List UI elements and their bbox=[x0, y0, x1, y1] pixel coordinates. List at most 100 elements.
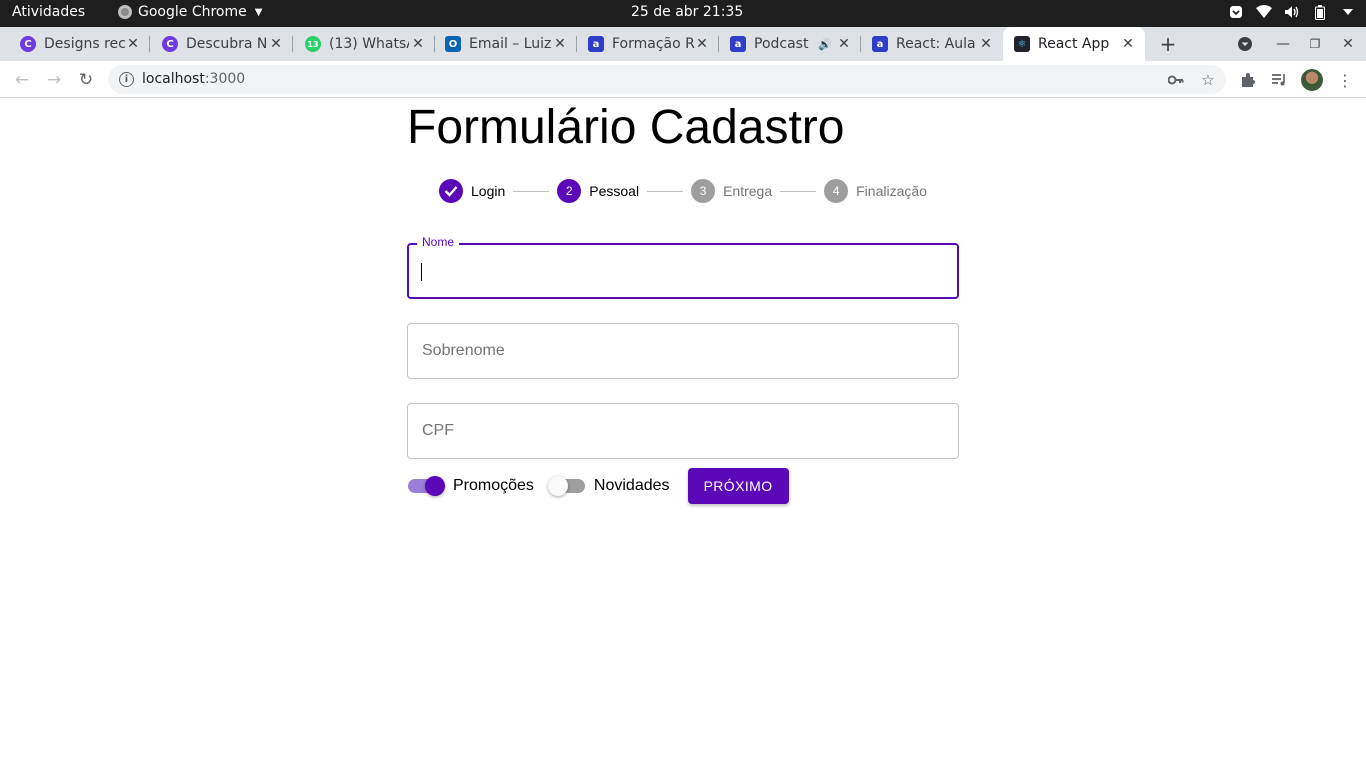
tab-search-button[interactable] bbox=[1234, 33, 1256, 55]
tab-label: Formação R bbox=[612, 36, 695, 52]
minimize-icon[interactable]: — bbox=[1272, 33, 1294, 55]
step-number: 4 bbox=[824, 179, 849, 203]
promocoes-switch[interactable] bbox=[407, 476, 445, 496]
volume-icon[interactable] bbox=[1284, 4, 1300, 20]
sobrenome-field[interactable]: Sobrenome bbox=[407, 323, 959, 379]
page-content: Formulário Cadastro Login 2 Pessoal 3 En… bbox=[0, 99, 1366, 768]
close-icon[interactable]: ✕ bbox=[124, 35, 142, 53]
app-menu[interactable]: Google Chrome ▼ bbox=[118, 4, 262, 20]
close-icon[interactable]: ✕ bbox=[977, 35, 995, 53]
tab-label: Descubra N bbox=[186, 36, 266, 52]
tab-label: React App bbox=[1038, 36, 1110, 52]
tab-podcast[interactable]: a Podcast 🔊 ✕ bbox=[719, 27, 861, 61]
chrome-icon bbox=[118, 5, 132, 19]
wifi-icon[interactable] bbox=[1256, 4, 1272, 20]
tab-label: (13) WhatsA bbox=[329, 36, 409, 52]
novidades-switch[interactable] bbox=[547, 476, 586, 496]
power-menu-chevron-icon[interactable] bbox=[1340, 4, 1356, 20]
tab-formacao[interactable]: a Formação R ✕ bbox=[577, 27, 719, 61]
cpf-placeholder: CPF bbox=[422, 422, 454, 439]
tab-designs[interactable]: C Designs rec ✕ bbox=[0, 27, 150, 61]
step-number: 2 bbox=[557, 179, 582, 203]
step-finalizacao: 4 Finalização bbox=[824, 179, 927, 203]
profile-avatar[interactable] bbox=[1301, 69, 1323, 91]
browser-toolbar: ← → ↻ i localhost:3000 ☆ ⋮ bbox=[0, 61, 1366, 98]
text-cursor bbox=[421, 263, 422, 281]
stepper: Login 2 Pessoal 3 Entrega 4 Finalização bbox=[439, 179, 927, 203]
battery-icon[interactable] bbox=[1312, 4, 1328, 20]
tab-react-aula[interactable]: a React: Aula ✕ bbox=[861, 27, 1003, 61]
tab-label: Podcast bbox=[754, 36, 809, 52]
bookmark-star-icon[interactable]: ☆ bbox=[1198, 70, 1218, 90]
sobrenome-placeholder: Sobrenome bbox=[422, 342, 505, 359]
forward-arrow-icon[interactable]: → bbox=[42, 68, 66, 92]
address-bar[interactable]: i localhost:3000 ☆ bbox=[108, 65, 1226, 94]
url-port: :3000 bbox=[204, 71, 246, 87]
promocoes-label[interactable]: Promoções bbox=[453, 477, 534, 495]
close-icon[interactable]: ✕ bbox=[551, 35, 569, 53]
site-info-icon[interactable]: i bbox=[119, 72, 134, 87]
alura-icon: a bbox=[872, 36, 888, 52]
step-label: Entrega bbox=[723, 183, 773, 199]
step-connector bbox=[513, 190, 550, 192]
close-icon[interactable]: ✕ bbox=[1119, 35, 1137, 53]
canva-icon: C bbox=[162, 36, 178, 52]
step-connector bbox=[780, 190, 817, 192]
restore-icon[interactable]: ❐ bbox=[1304, 33, 1326, 55]
url-text[interactable]: localhost:3000 bbox=[142, 71, 245, 87]
notification-icon[interactable] bbox=[1228, 4, 1244, 20]
step-label: Login bbox=[471, 183, 506, 199]
switch-thumb bbox=[547, 476, 568, 496]
step-login: Login bbox=[439, 179, 505, 203]
step-entrega: 3 Entrega bbox=[691, 179, 772, 203]
tab-label: React: Aula bbox=[896, 36, 976, 52]
app-menu-label: Google Chrome bbox=[138, 4, 247, 20]
chevron-down-icon: ▼ bbox=[254, 6, 263, 18]
canva-icon: C bbox=[20, 36, 36, 52]
step-number: 3 bbox=[691, 179, 716, 203]
alura-icon: a bbox=[730, 36, 746, 52]
close-window-icon[interactable]: ✕ bbox=[1337, 33, 1359, 55]
nome-field[interactable]: Nome bbox=[407, 235, 959, 299]
close-icon[interactable]: ✕ bbox=[409, 35, 427, 53]
close-icon[interactable]: ✕ bbox=[835, 35, 853, 53]
page-title: Formulário Cadastro bbox=[407, 101, 845, 154]
switch-thumb bbox=[425, 476, 445, 496]
close-icon[interactable]: ✕ bbox=[693, 35, 711, 53]
extensions-puzzle-icon[interactable] bbox=[1237, 69, 1259, 91]
media-queue-icon[interactable] bbox=[1268, 69, 1290, 91]
key-icon[interactable] bbox=[1166, 70, 1186, 90]
back-arrow-icon[interactable]: ← bbox=[10, 68, 34, 92]
activities-button[interactable]: Atividades bbox=[12, 4, 85, 20]
os-top-bar: Atividades Google Chrome ▼ 25 de abr 21:… bbox=[0, 0, 1366, 27]
step-connector bbox=[647, 190, 684, 192]
tab-descubra[interactable]: C Descubra N ✕ bbox=[150, 27, 293, 61]
step-label: Pessoal bbox=[589, 183, 640, 199]
cpf-field[interactable]: CPF bbox=[407, 403, 959, 459]
next-button[interactable]: PRÓXIMO bbox=[687, 468, 789, 504]
form-controls: Promoções Novidades PRÓXIMO bbox=[407, 468, 789, 504]
tab-react-app[interactable]: ⚛ React App ✕ bbox=[1003, 27, 1145, 61]
audio-playing-icon[interactable]: 🔊 bbox=[818, 38, 832, 51]
tab-strip: C Designs rec ✕ C Descubra N ✕ 13 (13) W… bbox=[0, 27, 1366, 61]
reload-icon[interactable]: ↻ bbox=[74, 68, 98, 92]
more-menu-icon[interactable]: ⋮ bbox=[1334, 69, 1356, 91]
tab-label: Designs rec bbox=[44, 36, 126, 52]
outlook-icon: O bbox=[445, 36, 461, 52]
tab-label: Email – Luiz bbox=[469, 36, 552, 52]
step-pessoal: 2 Pessoal bbox=[557, 179, 639, 203]
tab-email[interactable]: O Email – Luiz ✕ bbox=[435, 27, 577, 61]
whatsapp-icon: 13 bbox=[305, 36, 321, 52]
clock[interactable]: 25 de abr 21:35 bbox=[631, 4, 743, 20]
novidades-label[interactable]: Novidades bbox=[594, 477, 670, 495]
close-icon[interactable]: ✕ bbox=[267, 35, 285, 53]
tab-whatsapp[interactable]: 13 (13) WhatsA ✕ bbox=[293, 27, 435, 61]
nome-field-label: Nome bbox=[417, 235, 460, 249]
alura-icon: a bbox=[588, 36, 604, 52]
check-icon bbox=[439, 179, 463, 203]
react-icon: ⚛ bbox=[1014, 36, 1030, 52]
url-host: localhost bbox=[142, 71, 205, 87]
step-label: Finalização bbox=[856, 183, 927, 199]
new-tab-button[interactable]: + bbox=[1155, 31, 1181, 57]
system-tray[interactable] bbox=[1228, 4, 1356, 20]
